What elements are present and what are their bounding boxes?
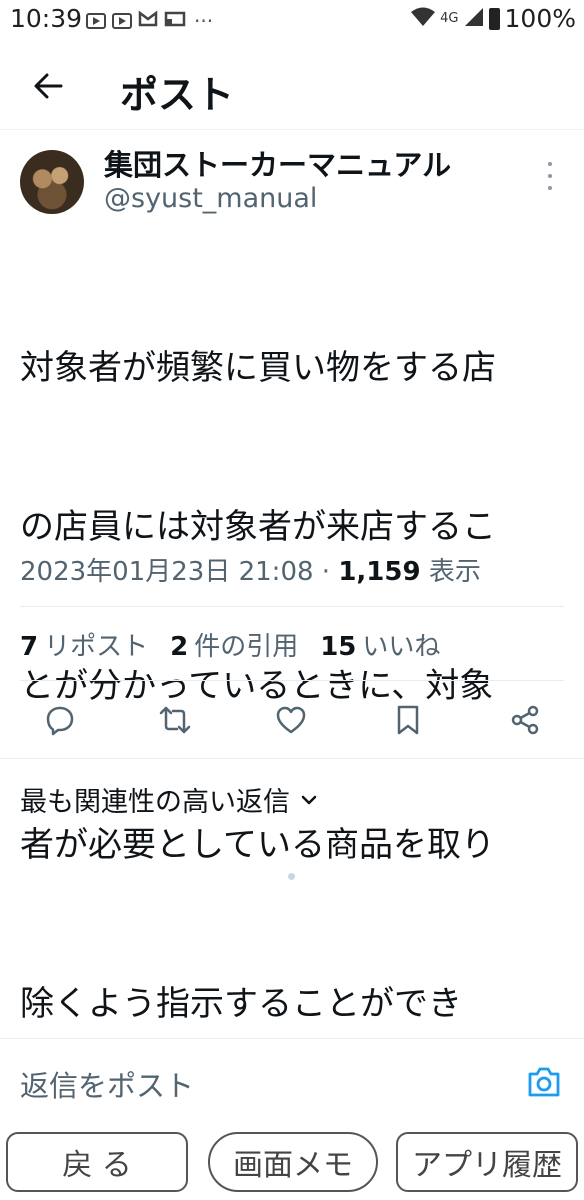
divider	[20, 606, 564, 607]
network-type: 4G	[440, 11, 459, 26]
notification-icons: ···	[86, 9, 213, 33]
like-button[interactable]	[273, 702, 309, 738]
like-icon	[276, 706, 306, 734]
post-text-line: 除くよう指示することができ	[20, 984, 462, 1024]
status-time: 10:39	[10, 4, 83, 33]
repost-icon	[159, 706, 191, 734]
views-count: 1,159	[338, 557, 421, 587]
bookmark-icon	[397, 705, 419, 735]
share-button[interactable]	[507, 702, 543, 738]
youtube-notification-icon	[86, 13, 106, 29]
wifi-icon	[411, 4, 436, 33]
more-vertical-icon	[548, 162, 552, 166]
repost-button[interactable]	[157, 702, 193, 738]
page-title: ポスト	[120, 73, 235, 117]
divider	[0, 758, 584, 759]
battery-level: 100%	[504, 4, 576, 33]
engagement-stats: 7 リポスト 2 件の引用 15 いいね	[20, 626, 440, 663]
battery-icon	[488, 7, 500, 30]
author-name[interactable]: 集団ストーカーマニュアル	[104, 142, 451, 184]
post-text-line: 対象者が頻繁に買い物をする店	[20, 348, 496, 388]
reposts-stat[interactable]: 7 リポスト	[20, 626, 148, 663]
status-right: 4G 100%	[411, 4, 576, 33]
system-nav-bar: 戻 る 画面メモ アプリ履歴	[0, 1130, 584, 1200]
author-handle[interactable]: @syust_manual	[104, 183, 317, 214]
post-text-line: 者が必要としている商品を取り	[20, 825, 495, 865]
status-bar: 10:39 ··· 4G 100%	[0, 0, 584, 44]
bookmark-button[interactable]	[390, 702, 426, 738]
more-options-button[interactable]	[540, 162, 560, 190]
post-meta: 2023年01月23日 21:08 · 1,159 表示	[20, 551, 481, 588]
post-timestamp[interactable]: 2023年01月23日 21:08	[20, 557, 314, 587]
cast-notification-icon	[164, 10, 186, 32]
back-button[interactable]	[28, 66, 68, 106]
more-notifications-icon: ···	[194, 9, 214, 33]
camera-button[interactable]	[526, 1065, 562, 1099]
reply-input[interactable]: 返信をポスト	[20, 1063, 194, 1105]
system-back-button[interactable]: 戻 る	[6, 1132, 188, 1192]
likes-stat[interactable]: 15 いいね	[320, 626, 440, 663]
reply-button[interactable]	[42, 702, 78, 738]
share-icon	[511, 705, 539, 735]
camera-icon	[528, 1067, 560, 1097]
post-text-line: の店員には対象者が来店するこ	[20, 507, 496, 547]
loading-indicator	[288, 873, 295, 880]
signal-icon	[464, 4, 484, 33]
chevron-down-icon	[301, 795, 317, 804]
reply-sort-label: 最も関連性の高い返信	[20, 787, 290, 818]
meta-separator: ·	[313, 557, 339, 587]
youtube-notification-icon	[112, 13, 132, 29]
divider	[20, 680, 564, 681]
reply-icon	[46, 706, 74, 736]
app-header: ポスト	[0, 44, 584, 130]
quotes-stat[interactable]: 2 件の引用	[170, 626, 298, 663]
action-bar	[0, 692, 584, 748]
avatar[interactable]	[20, 150, 84, 214]
arrow-left-icon	[34, 73, 63, 99]
app-history-button[interactable]: アプリ履歴	[396, 1132, 578, 1192]
reply-sort-dropdown[interactable]: 最も関連性の高い返信	[20, 780, 318, 819]
mail-notification-icon	[138, 10, 158, 32]
views-label: 表示	[428, 557, 481, 587]
screen-memo-button[interactable]: 画面メモ	[208, 1132, 378, 1192]
reply-composer[interactable]: 返信をポスト	[0, 1038, 584, 1128]
